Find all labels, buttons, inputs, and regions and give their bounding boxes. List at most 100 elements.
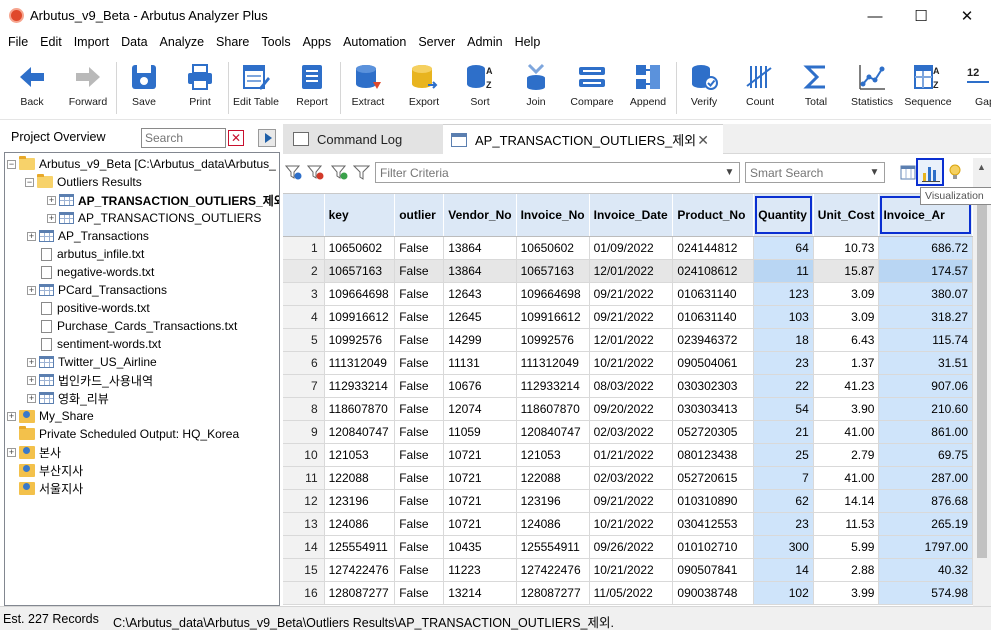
table-cell[interactable]: 69.75	[878, 443, 973, 467]
table-cell[interactable]: 41.00	[813, 420, 880, 444]
table-cell[interactable]: 024144812	[672, 236, 755, 260]
clear-search-icon[interactable]: ✕	[228, 130, 244, 146]
table-cell[interactable]: False	[394, 397, 445, 421]
table-cell[interactable]: 010102710	[672, 535, 755, 559]
maximize-button[interactable]: ☐	[898, 0, 944, 32]
menu-file[interactable]: File	[2, 35, 34, 49]
table-cell[interactable]: 18	[753, 328, 814, 352]
table-cell[interactable]: 3.99	[813, 581, 880, 605]
table-cell[interactable]: 052720305	[672, 420, 755, 444]
table-cell[interactable]: 120840747	[324, 420, 396, 444]
table-cell[interactable]: 10657163	[324, 259, 396, 283]
tree-item[interactable]: positive-words.txt	[27, 299, 150, 317]
smart-search-dropdown-icon[interactable]: ▼	[865, 163, 884, 182]
tree-item[interactable]: + AP_TRANSACTION_OUTLIERS_제외	[47, 191, 279, 209]
table-cell[interactable]: 23	[753, 512, 814, 536]
tree-expander-icon[interactable]: +	[27, 231, 36, 241]
table-cell[interactable]: 109664698	[516, 282, 590, 306]
tree-item[interactable]: negative-words.txt	[27, 263, 154, 281]
table-cell[interactable]: 01/09/2022	[589, 236, 674, 260]
table-cell[interactable]: False	[394, 489, 445, 513]
tree-item[interactable]: Private Scheduled Output: HQ_Korea	[7, 425, 239, 443]
back-button[interactable]: Back	[4, 58, 60, 118]
table-cell[interactable]: False	[394, 466, 445, 490]
table-cell[interactable]: 7	[753, 466, 814, 490]
table-row[interactable]: 13 124086 False 10721 124086 10/21/2022 030412…	[283, 512, 973, 536]
table-cell[interactable]: 12/01/2022	[589, 328, 674, 352]
table-cell[interactable]: 109664698	[324, 282, 396, 306]
tree-item[interactable]: − Arbutus_v9_Beta [C:\Arbutus_data\Arbutu…	[7, 155, 276, 173]
tree-item[interactable]: sentiment-words.txt	[27, 335, 161, 353]
menu-edit[interactable]: Edit	[34, 35, 68, 49]
table-cell[interactable]: 13214	[443, 581, 517, 605]
table-cell[interactable]: 118607870	[324, 397, 396, 421]
table-cell[interactable]: 127422476	[324, 558, 396, 582]
tree-item[interactable]: 서울지사	[7, 479, 83, 497]
table-cell[interactable]: 115.74	[878, 328, 973, 352]
table-cell[interactable]: 10/21/2022	[589, 512, 674, 536]
menu-data[interactable]: Data	[115, 35, 153, 49]
row-number[interactable]: 11	[283, 466, 325, 490]
table-cell[interactable]: 010631140	[672, 282, 755, 306]
table-cell[interactable]: 11.53	[813, 512, 880, 536]
menu-tools[interactable]: Tools	[255, 35, 296, 49]
table-cell[interactable]: 11	[753, 259, 814, 283]
tree-item[interactable]: 부산지사	[7, 461, 83, 479]
table-cell[interactable]: 318.27	[878, 305, 973, 329]
table-cell[interactable]: False	[394, 420, 445, 444]
table-cell[interactable]: 14299	[443, 328, 517, 352]
sequence-button[interactable]: AZ Sequence	[900, 58, 956, 118]
table-cell[interactable]: 12643	[443, 282, 517, 306]
table-cell[interactable]: 3.09	[813, 305, 880, 329]
table-cell[interactable]: 120840747	[516, 420, 590, 444]
table-cell[interactable]: 11131	[443, 351, 517, 375]
column-header-invoice-date[interactable]: Invoice_Date	[589, 194, 674, 237]
table-cell[interactable]: 10992576	[516, 328, 590, 352]
row-number[interactable]: 3	[283, 282, 325, 306]
table-row[interactable]: 10 121053 False 10721 121053 01/21/2022 080123…	[283, 443, 973, 467]
table-cell[interactable]: 907.06	[878, 374, 973, 398]
search-go-icon[interactable]	[258, 129, 276, 147]
table-cell[interactable]: 11059	[443, 420, 517, 444]
table-cell[interactable]: 574.98	[878, 581, 973, 605]
table-cell[interactable]: 052720615	[672, 466, 755, 490]
scroll-up-icon[interactable]: ▲	[977, 162, 986, 172]
table-cell[interactable]: 31.51	[878, 351, 973, 375]
row-number[interactable]: 15	[283, 558, 325, 582]
tree-item[interactable]: Purchase_Cards_Transactions.txt	[27, 317, 237, 335]
row-number-header[interactable]	[283, 194, 325, 237]
table-cell[interactable]: False	[394, 351, 445, 375]
table-cell[interactable]: 128087277	[516, 581, 590, 605]
table-cell[interactable]: 090504061	[672, 351, 755, 375]
row-number[interactable]: 13	[283, 512, 325, 536]
table-cell[interactable]: 024108612	[672, 259, 755, 283]
table-cell[interactable]: False	[394, 535, 445, 559]
tree-expander-icon[interactable]: +	[47, 213, 56, 223]
table-cell[interactable]: 13864	[443, 236, 517, 260]
menu-server[interactable]: Server	[412, 35, 461, 49]
table-cell[interactable]: 22	[753, 374, 814, 398]
tree-item[interactable]: + 영화_리뷰	[27, 389, 109, 407]
sort-button[interactable]: AZ Sort	[452, 58, 508, 118]
column-header-key[interactable]: key	[324, 194, 396, 237]
filter-criteria-input[interactable]	[375, 162, 740, 183]
table-cell[interactable]: 14.14	[813, 489, 880, 513]
menu-import[interactable]: Import	[68, 35, 115, 49]
tree-item[interactable]: + My_Share	[7, 407, 94, 425]
row-number[interactable]: 7	[283, 374, 325, 398]
statistics-button[interactable]: Statistics	[844, 58, 900, 118]
tree-item[interactable]: + 법인카드_사용내역	[27, 371, 153, 389]
row-number[interactable]: 8	[283, 397, 325, 421]
menu-analyze[interactable]: Analyze	[154, 35, 210, 49]
tree-item[interactable]: + PCard_Transactions	[27, 281, 167, 299]
table-cell[interactable]: False	[394, 282, 445, 306]
column-header-unit-cost[interactable]: Unit_Cost	[813, 194, 880, 237]
table-cell[interactable]: 128087277	[324, 581, 396, 605]
table-cell[interactable]: 09/21/2022	[589, 489, 674, 513]
table-row[interactable]: 2 10657163 False 13864 10657163 12/01/2022 024…	[283, 259, 973, 283]
table-cell[interactable]: 023946372	[672, 328, 755, 352]
table-cell[interactable]: 25	[753, 443, 814, 467]
table-cell[interactable]: 10721	[443, 443, 517, 467]
report-button[interactable]: Report	[284, 58, 340, 118]
forward-button[interactable]: Forward	[60, 58, 116, 118]
